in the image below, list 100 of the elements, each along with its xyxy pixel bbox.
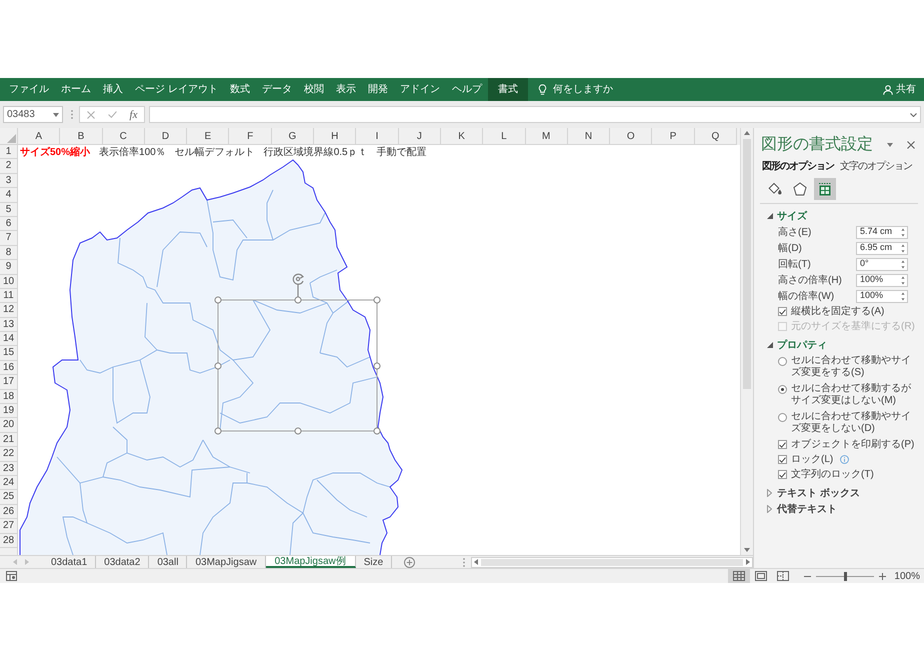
- macro-record-icon[interactable]: [6, 571, 17, 581]
- ribbon-tab[interactable]: 書式: [488, 78, 528, 101]
- column-header[interactable]: J: [398, 128, 441, 145]
- insert-function-button[interactable]: fx: [130, 108, 138, 120]
- spinner-arrows-icon[interactable]: [901, 228, 905, 236]
- row-header[interactable]: 24: [0, 476, 18, 490]
- view-button[interactable]: [728, 569, 750, 583]
- section-header[interactable]: サイズ: [754, 208, 924, 224]
- row-header[interactable]: 17: [0, 375, 18, 390]
- sheet-tab[interactable]: 03MapJigsaw例: [266, 556, 356, 568]
- column-header[interactable]: O: [610, 128, 652, 145]
- row-header[interactable]: 9: [0, 260, 18, 275]
- column-header[interactable]: P: [652, 128, 695, 145]
- close-icon[interactable]: [907, 141, 915, 149]
- row-header[interactable]: 18: [0, 390, 18, 404]
- ribbon-tab[interactable]: データ: [256, 78, 298, 101]
- spin-field[interactable]: 5.74 cm: [856, 226, 908, 238]
- column-header[interactable]: I: [356, 128, 399, 145]
- icon-tab[interactable]: [814, 178, 836, 200]
- row-header[interactable]: 14: [0, 332, 18, 346]
- radio-button[interactable]: [778, 413, 787, 422]
- row-header[interactable]: 28: [0, 534, 18, 548]
- column-header[interactable]: N: [568, 128, 610, 145]
- column-header[interactable]: C: [102, 128, 145, 145]
- dropdown-caret-icon[interactable]: [887, 143, 893, 147]
- checkmark-icon[interactable]: [108, 111, 117, 118]
- row-header[interactable]: 3: [0, 174, 18, 188]
- spin-field[interactable]: 0°: [856, 258, 908, 270]
- spinner-arrows-icon[interactable]: [901, 292, 905, 300]
- formula-input-field[interactable]: [149, 106, 921, 123]
- row-header[interactable]: 4: [0, 188, 18, 203]
- column-header[interactable]: D: [144, 128, 188, 145]
- row-header[interactable]: 20: [0, 418, 18, 433]
- spinner-arrows-icon[interactable]: [901, 244, 905, 252]
- expand-chevron-icon[interactable]: [910, 112, 917, 116]
- row-header[interactable]: 12: [0, 303, 18, 318]
- ribbon-tab[interactable]: ファイル: [3, 78, 55, 101]
- scroll-left-arrow-icon[interactable]: [474, 559, 478, 565]
- column-header[interactable]: F: [229, 128, 272, 145]
- column-header[interactable]: A: [18, 128, 60, 145]
- zoom-slider[interactable]: [816, 572, 874, 580]
- row-header[interactable]: 10: [0, 274, 18, 289]
- row-header[interactable]: 2: [0, 159, 18, 174]
- row-header[interactable]: 22: [0, 447, 18, 462]
- pane-tab[interactable]: 図形のオプション: [762, 160, 834, 173]
- size-properties-icon[interactable]: [818, 182, 832, 196]
- scroll-right-arrow-icon[interactable]: [746, 559, 750, 565]
- row-header[interactable]: 21: [0, 432, 18, 448]
- scrollbar-thumb[interactable]: [481, 558, 743, 566]
- scroll-up-arrow-icon[interactable]: [744, 131, 750, 135]
- zoom-level[interactable]: 100%: [894, 568, 920, 584]
- ribbon-tab[interactable]: 開発: [362, 78, 394, 101]
- row-header[interactable]: 1: [0, 145, 18, 160]
- page-layout-view-icon[interactable]: [755, 571, 768, 581]
- zoom-in-icon[interactable]: [879, 572, 886, 580]
- pentagon-icon[interactable]: [793, 182, 807, 196]
- dropdown-caret-icon[interactable]: [53, 112, 59, 116]
- name-box[interactable]: 03483: [3, 106, 63, 123]
- row-header[interactable]: 5: [0, 202, 18, 217]
- checkbox[interactable]: [778, 455, 787, 464]
- column-header[interactable]: Q: [694, 128, 738, 145]
- row-header[interactable]: 23: [0, 462, 18, 476]
- row-header[interactable]: 13: [0, 318, 18, 332]
- checkbox[interactable]: [778, 307, 787, 316]
- row-header[interactable]: 19: [0, 404, 18, 418]
- section-header[interactable]: テキスト ボックス: [754, 485, 924, 501]
- scroll-down-arrow-icon[interactable]: [744, 548, 750, 552]
- row-header[interactable]: 7: [0, 231, 18, 246]
- section-header[interactable]: 代替テキスト: [754, 501, 924, 517]
- row-header[interactable]: 11: [0, 288, 18, 304]
- column-header[interactable]: E: [187, 128, 230, 145]
- column-header[interactable]: B: [60, 128, 103, 145]
- row-header[interactable]: 25: [0, 490, 18, 505]
- row-header[interactable]: 16: [0, 360, 18, 376]
- ribbon-tab[interactable]: アドイン: [394, 78, 446, 101]
- pane-tab[interactable]: 文字のオプション: [840, 160, 912, 173]
- column-header[interactable]: M: [526, 128, 568, 145]
- spin-field[interactable]: 100%: [856, 290, 908, 302]
- column-header[interactable]: H: [314, 128, 356, 145]
- page-break-view-icon[interactable]: [777, 571, 790, 581]
- ribbon-tab[interactable]: ヘルプ: [446, 78, 488, 101]
- column-header[interactable]: G: [272, 128, 314, 145]
- row-header[interactable]: 26: [0, 504, 18, 520]
- vertical-scrollbar[interactable]: [740, 128, 753, 555]
- tell-me-search[interactable]: 何をしますか: [538, 78, 613, 101]
- row-header[interactable]: 8: [0, 246, 18, 260]
- info-icon[interactable]: [840, 455, 850, 464]
- paint-bucket-icon[interactable]: [768, 182, 782, 196]
- radio-button[interactable]: [778, 357, 787, 366]
- row-header[interactable]: 27: [0, 519, 18, 534]
- ribbon-tab[interactable]: 数式: [224, 78, 256, 101]
- checkbox[interactable]: [778, 440, 787, 449]
- row-header[interactable]: 15: [0, 346, 18, 361]
- column-header[interactable]: L: [483, 128, 526, 145]
- row-header[interactable]: 6: [0, 216, 18, 232]
- spin-field[interactable]: 100%: [856, 274, 908, 286]
- horizontal-scrollbar[interactable]: [471, 556, 753, 568]
- ribbon-tab[interactable]: ページ レイアウト: [129, 78, 224, 101]
- ribbon-tab[interactable]: 校閲: [298, 78, 330, 101]
- spinner-arrows-icon[interactable]: [901, 276, 905, 284]
